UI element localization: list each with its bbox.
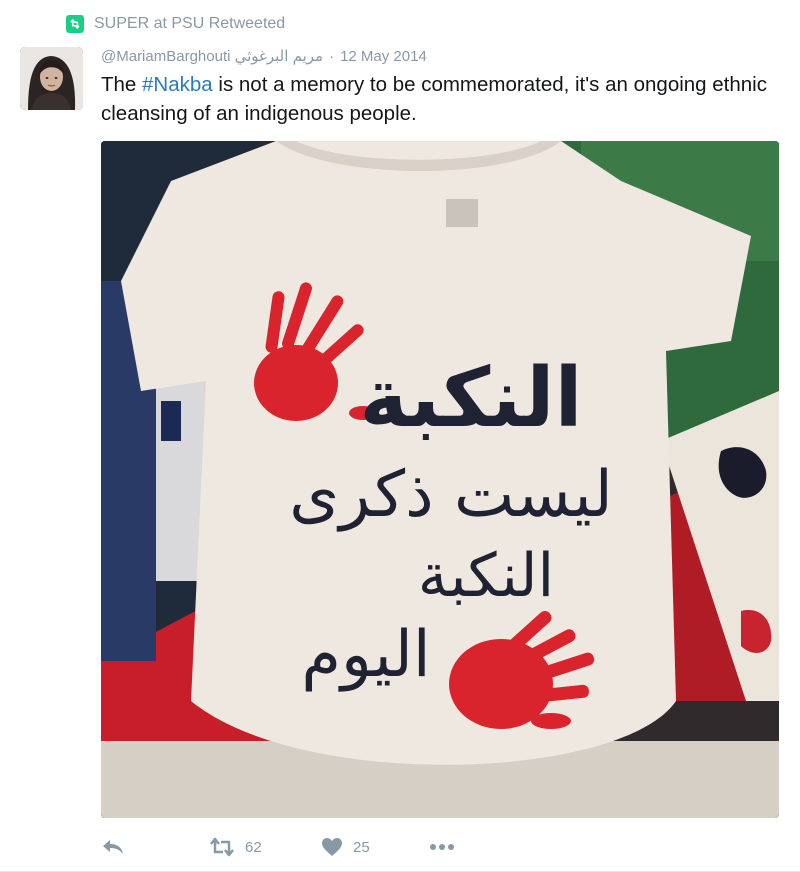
tweet-date[interactable]: 12 May 2014 (340, 48, 427, 65)
shirt-text-line-3: النكبة (418, 541, 554, 611)
shirt-text-line-2: ليست ذكرى (289, 458, 612, 532)
more-button[interactable] (429, 843, 455, 851)
reply-button[interactable] (101, 837, 209, 857)
retweet-count: 62 (245, 838, 262, 856)
retweet-button[interactable]: 62 (209, 837, 321, 857)
author-handle[interactable]: @MariamBarghouti مريم البرغوثي (101, 47, 323, 65)
retweet-icon (209, 837, 235, 857)
heart-icon (321, 837, 343, 857)
more-dots-icon (429, 843, 455, 851)
tweet-photo[interactable]: النكبة ليست ذكرى النكبة اليوم (101, 141, 779, 818)
header-separator: · (329, 47, 335, 65)
tweet-text: The #Nakba is not a memory to be commemo… (101, 70, 771, 128)
shirt-text-line-4: اليوم (301, 618, 430, 692)
tweet-actions: 62 25 (101, 834, 455, 860)
like-button[interactable]: 25 (321, 837, 429, 857)
hashtag-link[interactable]: #Nakba (142, 73, 213, 96)
shirt-text-line-1: النكبة (359, 351, 582, 446)
avatar[interactable] (20, 47, 83, 110)
tweet-header: @MariamBarghouti مريم البرغوثي · 12 May … (101, 46, 427, 66)
like-count: 25 (353, 838, 370, 856)
retweet-context-label[interactable]: SUPER at PSU Retweeted (94, 15, 285, 33)
tweet-text-before: The (101, 73, 143, 96)
retweet-icon (66, 15, 84, 33)
retweet-context: SUPER at PSU Retweeted (66, 14, 285, 34)
tshirt-photo: النكبة ليست ذكرى النكبة اليوم (101, 141, 779, 818)
reply-icon (101, 837, 125, 857)
tweet[interactable]: SUPER at PSU Retweeted @MariamBarghouti … (0, 0, 800, 872)
